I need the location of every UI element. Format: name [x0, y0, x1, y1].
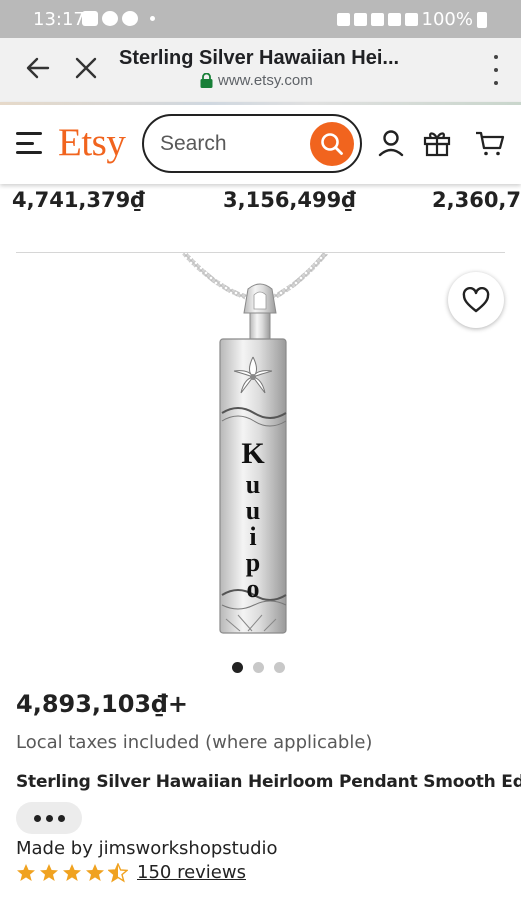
star-rating: [16, 862, 128, 883]
product-title: Sterling Silver Hawaiian Heirloom Pendan…: [16, 772, 521, 792]
battery-icon: [477, 11, 487, 28]
system-icons: 100%: [336, 9, 487, 30]
etsy-logo[interactable]: Etsy: [58, 120, 126, 165]
star-icon: [40, 863, 58, 881]
messenger-icon: [102, 11, 118, 26]
signal-icon: [404, 13, 418, 26]
svg-text:K: K: [241, 437, 265, 470]
svg-text:u: u: [246, 470, 260, 499]
star-icon: [63, 863, 81, 881]
battery-saver-icon: [336, 13, 350, 26]
svg-text:o: o: [247, 574, 260, 603]
star-icon: [17, 863, 35, 881]
site-header: Etsy: [0, 102, 521, 184]
alarm-icon: [353, 13, 367, 26]
tax-note: Local taxes included (where applicable): [16, 732, 373, 753]
youtube-icon: [82, 11, 98, 26]
status-bar: 13:17 100%: [0, 0, 521, 38]
search-button[interactable]: [310, 122, 354, 166]
search-bar[interactable]: [142, 114, 362, 173]
product-image[interactable]: K u u i p o: [16, 251, 505, 648]
carousel-dot[interactable]: [274, 662, 285, 673]
svg-text:i: i: [249, 522, 256, 551]
carousel-dot[interactable]: [253, 662, 264, 673]
status-time: 13:17: [33, 9, 85, 30]
expand-title-button[interactable]: [16, 802, 82, 834]
seller-name[interactable]: Made by jimsworkshopstudio: [16, 838, 278, 859]
more-notifications-icon: [150, 16, 155, 21]
cart-icon[interactable]: [474, 128, 505, 158]
browser-url-row[interactable]: www.etsy.com: [200, 72, 313, 89]
gift-icon[interactable]: [422, 128, 452, 158]
search-input[interactable]: [160, 130, 300, 158]
related-item-price[interactable]: 3,156,499₫: [223, 188, 356, 212]
more-options-icon[interactable]: [491, 55, 501, 85]
back-icon[interactable]: [22, 52, 54, 84]
browser-toolbar: Sterling Silver Hawaiian Hei... www.etsy…: [0, 38, 521, 102]
related-item-price[interactable]: 4,741,379₫: [12, 188, 145, 212]
product-price: 4,893,103₫+: [16, 690, 188, 718]
svg-text:p: p: [246, 548, 260, 577]
wifi-icon: [387, 13, 401, 26]
notification-icons: [82, 11, 155, 26]
carousel-dot-active[interactable]: [232, 662, 243, 673]
lock-icon: [200, 72, 213, 88]
svg-text:u: u: [246, 496, 260, 525]
battery-percent: 100%: [421, 9, 473, 30]
header-strip: [0, 102, 521, 105]
facebook-icon: [122, 11, 138, 26]
bluetooth-icon: [370, 13, 384, 26]
reviews-link[interactable]: 150 reviews: [137, 862, 246, 883]
half-star-icon: [108, 862, 128, 883]
search-icon: [321, 133, 343, 155]
close-icon[interactable]: [70, 52, 102, 84]
related-items-prices: 4,741,379₫ 3,156,499₫ 2,360,7: [0, 184, 521, 216]
account-icon[interactable]: [376, 128, 406, 158]
related-item-price[interactable]: 2,360,7: [432, 188, 521, 212]
heart-icon: [462, 287, 490, 313]
image-carousel-dots: [232, 662, 285, 673]
rating-row: 150 reviews: [16, 862, 246, 883]
browser-url: www.etsy.com: [218, 72, 313, 89]
browser-page-title: Sterling Silver Hawaiian Hei...: [119, 47, 400, 69]
favorite-button[interactable]: [448, 272, 504, 328]
menu-icon[interactable]: [16, 132, 42, 154]
star-icon: [86, 863, 104, 881]
